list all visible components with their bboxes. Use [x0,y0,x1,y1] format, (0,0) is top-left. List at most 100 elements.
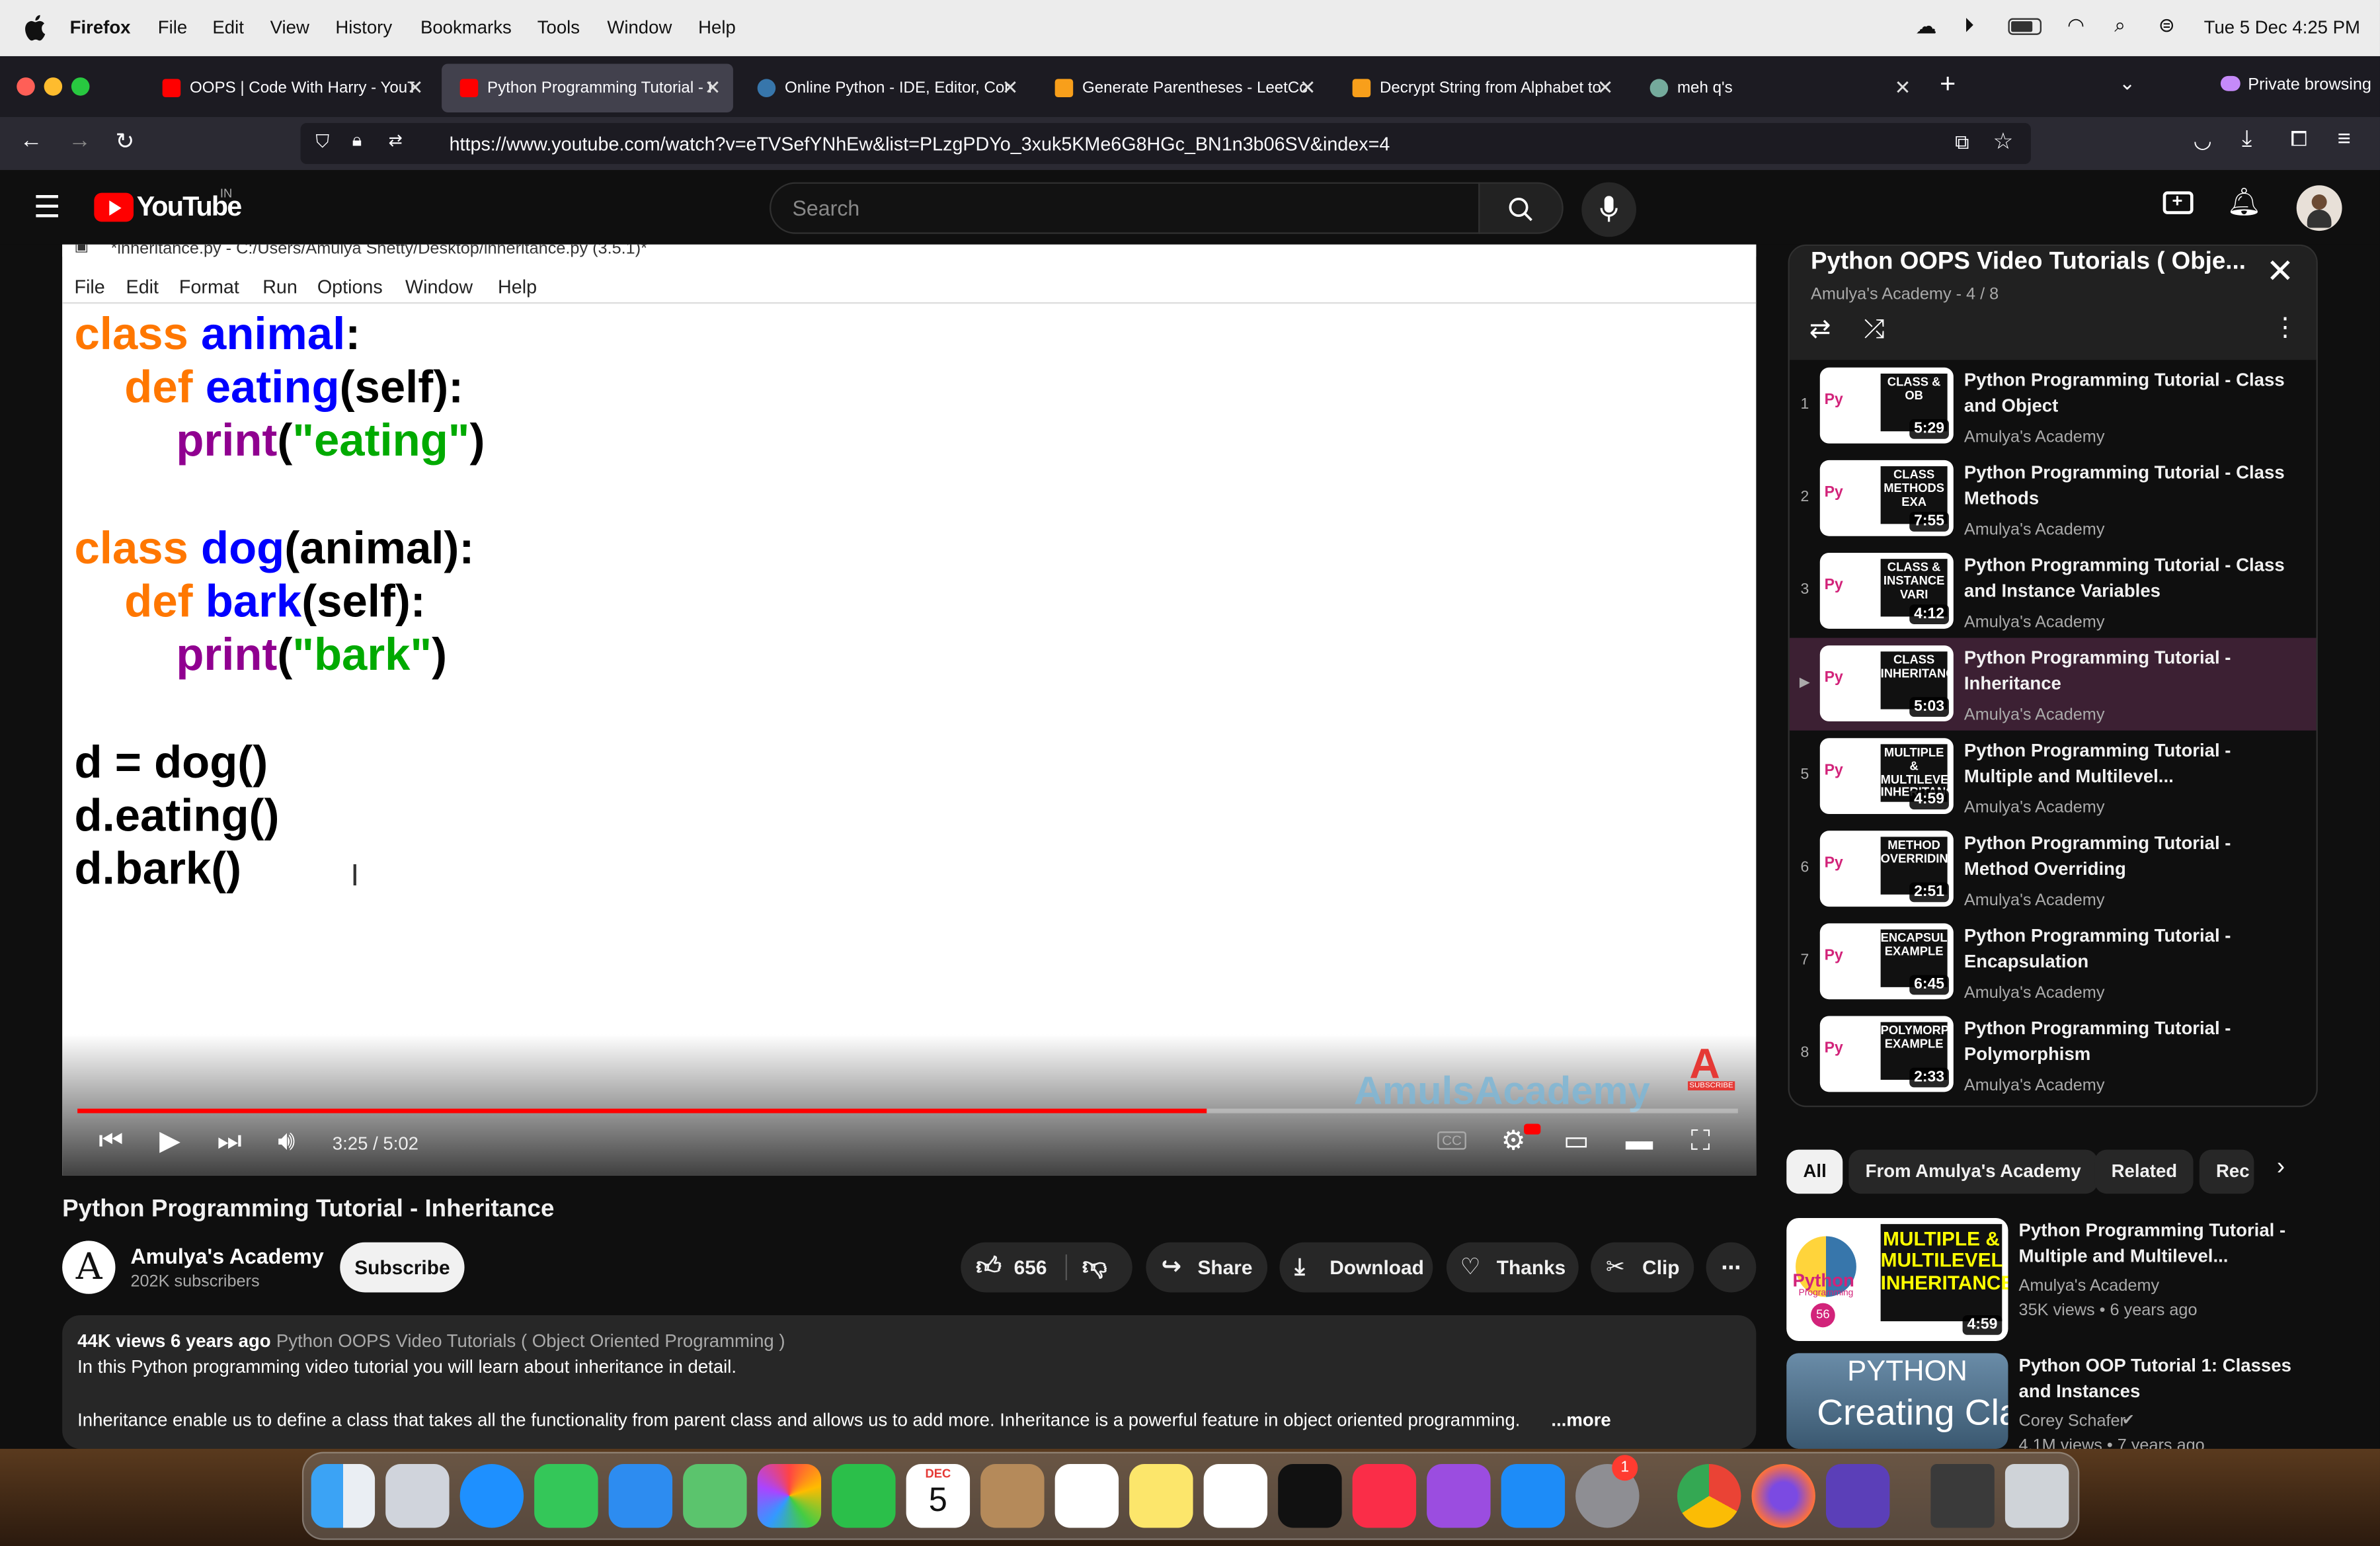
menu-app-name[interactable]: Firefox [70,17,131,38]
podcasts-icon[interactable] [1427,1464,1491,1528]
close-tab-icon[interactable]: ✕ [1597,76,1614,101]
close-tab-icon[interactable]: ✕ [1894,76,1911,101]
tab-python-inheritance[interactable]: Python Programming Tutorial - Inh ✕ [442,63,733,112]
notes-icon[interactable] [1129,1464,1193,1528]
url-text[interactable]: https://www.youtube.com/watch?v=eTVSefYN… [450,134,1390,155]
related-thumbnail[interactable]: Python Programming 56 MULTIPLE & MULTILE… [1786,1217,2008,1341]
safari-icon[interactable] [459,1464,524,1528]
like-thumb-icon[interactable]: 👍︎ [976,1242,1001,1293]
facetime-icon[interactable] [832,1464,896,1528]
back-arrow-icon[interactable]: ← [20,128,42,153]
channel-avatar[interactable]: A [62,1241,116,1294]
more-actions-icon[interactable]: ⋯ [1706,1242,1757,1293]
menu-window[interactable]: Window [607,17,672,38]
tab-oops-code-with-harry[interactable]: OOPS | Code With Harry - YouTu ✕ [144,63,436,112]
description-more-link[interactable]: ...more [1551,1409,1610,1430]
music-icon[interactable] [1352,1464,1417,1528]
volume-icon[interactable]: 🔊︎ [278,1125,295,1157]
menu-file[interactable]: File [158,17,187,38]
chip-related[interactable]: Related [2094,1149,2194,1194]
control-center-icon[interactable]: ⊜ [2159,14,2175,38]
close-tab-icon[interactable]: ✕ [407,76,424,101]
settings-gear-icon[interactable]: ⚙ [1501,1125,1526,1157]
wifi-icon[interactable]: ◠ [2067,14,2084,38]
playlist-item[interactable]: 3 Py CLASS & INSTANCE VARI 4:12 Python Pro… [1790,546,2317,638]
tab-meh-qs[interactable]: meh q's ✕ [1632,63,1923,112]
zoom-window-button[interactable] [71,77,90,96]
extensions-icon[interactable]: ⧠ [2291,126,2308,152]
launchpad-icon[interactable] [385,1464,450,1528]
video-player[interactable]: ▣ *inheritance.py - C:/Users/Amulya Shet… [62,244,1757,1176]
picture-in-picture-icon[interactable]: ⧉ [1955,131,1969,155]
maps-icon[interactable] [683,1464,747,1528]
close-tab-icon[interactable]: ✕ [705,76,721,101]
apple-tv-icon[interactable] [1278,1464,1342,1528]
shuffle-icon[interactable]: ⤮ [1864,314,1884,345]
related-title[interactable]: Python Programming Tutorial - Multiple a… [2019,1218,2307,1270]
search-button[interactable] [1478,182,1564,234]
menu-history[interactable]: History [335,17,392,38]
firefox-icon[interactable] [1751,1464,1815,1528]
calendar-icon[interactable]: DEC 5 [906,1464,971,1528]
create-video-icon[interactable]: + [2162,190,2194,214]
photos-icon[interactable] [757,1464,822,1528]
app-store-icon[interactable] [1501,1464,1566,1528]
guide-menu-icon[interactable]: ☰ [34,188,61,226]
chips-next-chevron-icon[interactable]: › [2277,1154,2285,1181]
lock-icon[interactable]: 🔒︎ [352,129,362,151]
chip-recent[interactable]: Rec [2199,1149,2254,1194]
progress-bar[interactable] [77,1108,1738,1114]
playlist-more-options-icon[interactable]: ⋮ [2272,313,2298,343]
menu-view[interactable]: View [270,17,309,38]
playlist-title[interactable]: Python OOPS Video Tutorials ( Obje... [1811,249,2251,276]
chip-from-channel[interactable]: From Amulya's Academy [1848,1149,2098,1194]
voice-search-button[interactable] [1581,182,1636,237]
apple-icon[interactable] [24,14,49,41]
subscribe-button[interactable]: Subscribe [340,1242,465,1293]
trash-icon[interactable] [2004,1464,2069,1528]
theater-mode-icon[interactable]: ▬ [1626,1125,1653,1157]
bookmark-star-icon[interactable]: ☆ [1993,128,2014,155]
permissions-icon[interactable]: ⇄ [389,131,403,151]
playlist-item[interactable]: 5 PyMULTIPLE & MULTILEVEL INHERITANCE4:5… [1790,731,2317,823]
subtitles-cc-icon[interactable]: CC [1437,1131,1466,1150]
downloads-icon[interactable]: ⤓ [2242,126,2252,152]
menu-edit[interactable]: Edit [212,17,243,38]
menu-help[interactable]: Help [698,17,736,38]
playlist-item[interactable]: 1 Py CLASS & OB 5:29 Python Programming Tu… [1790,360,2317,452]
close-tab-icon[interactable]: ✕ [1300,76,1316,101]
tab-online-python[interactable]: Online Python - IDE, Editor, Com ✕ [739,63,1031,112]
download-button[interactable]: ⤓ Download [1279,1242,1433,1293]
related-channel[interactable]: Corey Schafer [2019,1412,2125,1431]
menubar-clock[interactable]: Tue 5 Dec 4:25 PM [2204,17,2360,38]
freeform-icon[interactable] [1203,1464,1268,1528]
contacts-icon[interactable] [980,1464,1045,1528]
tracking-shield-icon[interactable]: ⛉ [316,131,330,153]
playlist-item[interactable]: 2 Py CLASS METHODS EXA 7:55 Python Program… [1790,452,2317,545]
messages-icon[interactable] [534,1464,598,1528]
close-window-button[interactable] [17,77,35,96]
description-playlist-link[interactable]: Python OOPS Video Tutorials ( Object Ori… [276,1330,785,1352]
fullscreen-icon[interactable]: ⛶ [1691,1125,1710,1157]
play-icon[interactable]: ▶ [159,1125,180,1157]
url-bar[interactable]: ⛉ 🔒︎ ⇄ https://www.youtube.com/watch?v=e… [300,123,2031,165]
tab-decrypt-string[interactable]: Decrypt String from Alphabet to ✕ [1334,63,1626,112]
pocket-icon[interactable]: ◡ [2194,128,2212,153]
finder-icon[interactable] [311,1464,376,1528]
hamburger-menu-icon[interactable]: ≡ [2338,126,2351,152]
like-count[interactable]: 656 [1014,1242,1047,1293]
playlist-item-current[interactable]: ▶ PyCLASS INHERITANCE5:03 Python Program… [1789,637,2317,731]
minimize-window-button[interactable] [44,77,63,96]
loop-playlist-icon[interactable]: ⇄ [1809,314,1831,345]
reminders-icon[interactable] [1054,1464,1119,1528]
list-all-tabs-chevron-icon[interactable]: ⌄ [2119,71,2135,96]
menu-tools[interactable]: Tools [537,17,580,38]
downloads-stack-icon[interactable] [1930,1464,1995,1528]
new-tab-plus-icon[interactable]: + [1940,68,1956,100]
next-video-icon[interactable]: ⏭ [217,1125,241,1157]
close-tab-icon[interactable]: ✕ [1002,76,1019,101]
related-title[interactable]: Python OOP Tutorial 1: Classes and Insta… [2019,1353,2307,1404]
channel-name[interactable]: Amulya's Academy [130,1244,323,1268]
notifications-bell-icon[interactable]: 🔔︎ [2227,186,2261,218]
playlist-item[interactable]: 6 PyMETHOD OVERRIDING2:51 Python Program… [1790,823,2317,916]
